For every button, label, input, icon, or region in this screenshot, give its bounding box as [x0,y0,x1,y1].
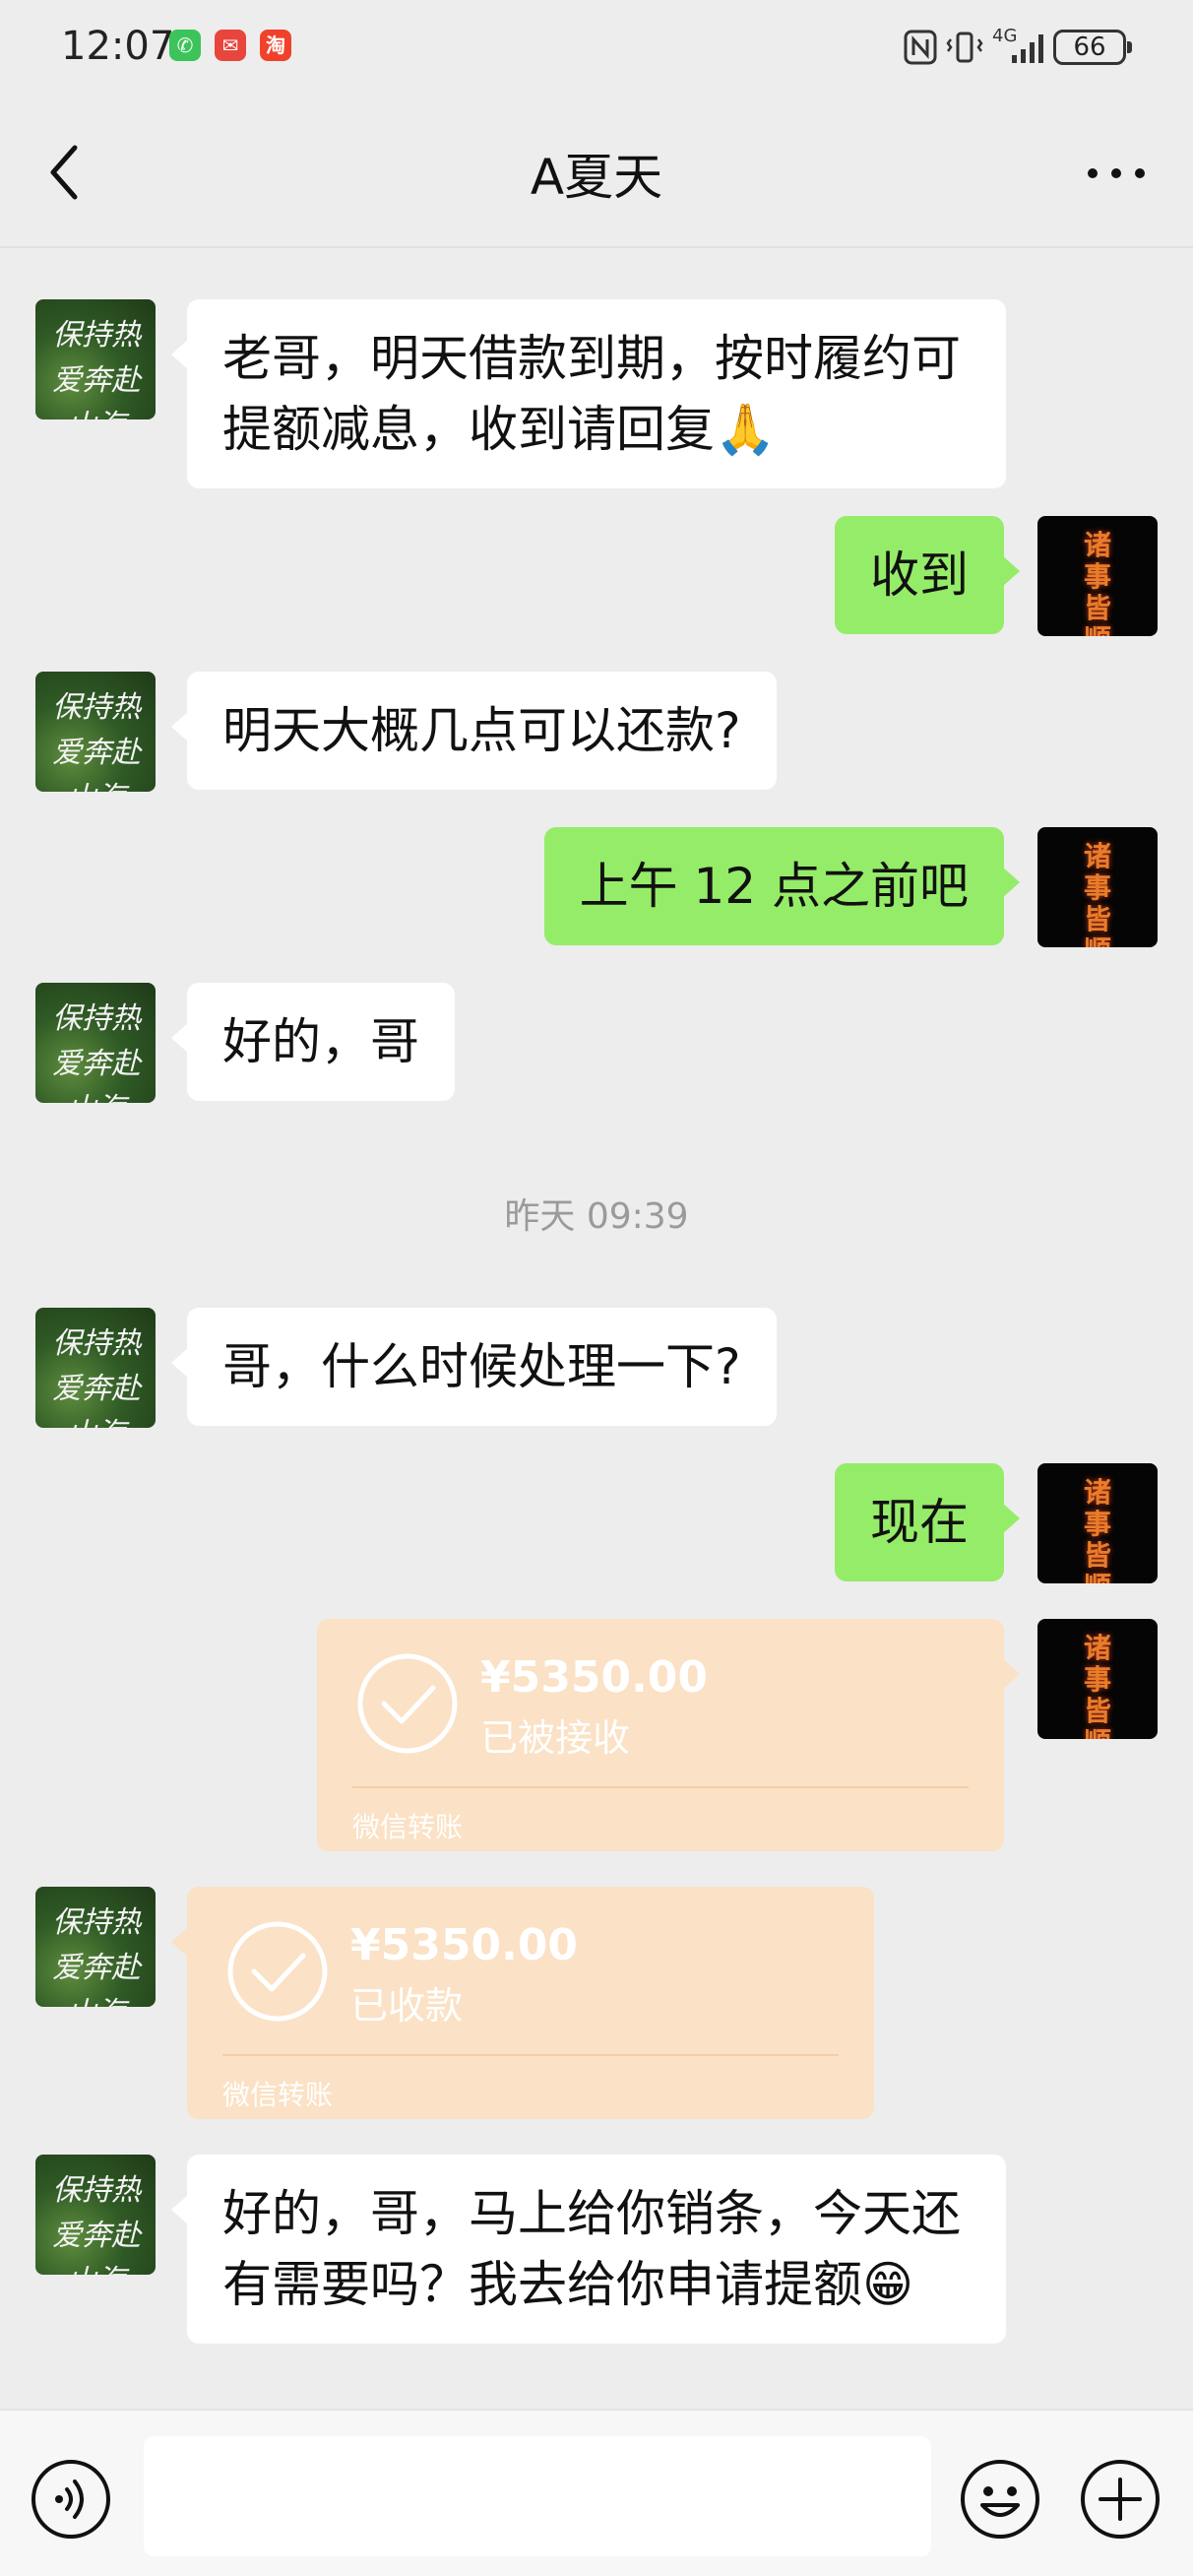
transfer-amount: ¥5350.00 [480,1652,709,1703]
header-divider [0,246,1193,248]
avatar-text: 保持热爱奔赴山海 [52,1001,141,1103]
contact-avatar[interactable]: 保持热爱奔赴山海 [35,1308,156,1428]
transfer-status: 已被接收 [480,1716,631,1760]
message-input[interactable] [144,2436,931,2556]
avatar-text: 诸事皆顺 [1083,529,1111,637]
message-text: 好的，哥，马上给你销条，今天还有需要吗？我去给你申请提额😁 [222,2185,961,2313]
transfer-divider [352,1786,969,1788]
contact-avatar[interactable]: 保持热爱奔赴山海 [35,299,156,419]
status-bar: 12:07 ✆ ✉ 淘 4G 66 [0,0,1193,95]
taobao-app-icon: 淘 [260,30,291,61]
self-avatar[interactable]: 诸事皆顺 [1037,1463,1158,1583]
message-bubble-contact[interactable]: 老哥，明天借款到期，按时履约可提额减息，收到请回复🙏 [171,299,1006,488]
nfc-icon [904,30,937,65]
avatar-text: 保持热爱奔赴山海 [52,318,141,419]
avatar-text: 保持热爱奔赴山海 [52,1326,141,1428]
message-bubble-self[interactable]: 上午 12 点之前吧 [543,827,1021,945]
transfer-card-sent[interactable]: ¥5350.00 已被接收 微信转账 [317,1619,1020,1851]
contact-avatar[interactable]: 保持热爱奔赴山海 [35,672,156,792]
message-bubble-contact[interactable]: 好的，哥，马上给你销条，今天还有需要吗？我去给你申请提额😁 [171,2155,1006,2344]
avatar-text: 诸事皆顺 [1083,1476,1111,1584]
status-time: 12:07 [61,24,175,69]
contact-avatar[interactable]: 保持热爱奔赴山海 [35,1887,156,2007]
message-bubble-contact[interactable]: 哥，什么时候处理一下? [171,1308,777,1426]
self-avatar[interactable]: 诸事皆顺 [1037,827,1158,947]
transfer-divider [222,2054,839,2056]
message-text: 明天大概几点可以还款? [222,702,741,759]
transfer-label: 微信转账 [352,1811,464,1843]
voice-icon[interactable] [30,2458,112,2541]
avatar-text: 保持热爱奔赴山海 [52,690,141,792]
input-bar [0,2409,1193,2576]
signal-icon [1012,34,1043,63]
message-bubble-self[interactable]: 收到 [835,516,1020,634]
transfer-status: 已收款 [350,1984,464,2028]
contact-avatar[interactable]: 保持热爱奔赴山海 [35,983,156,1103]
transfer-amount: ¥5350.00 [350,1920,579,1970]
message-text: 上午 12 点之前吧 [579,858,969,915]
avatar-text: 保持热爱奔赴山海 [52,2173,141,2275]
chat-timestamp: 昨天 09:39 [504,1196,689,1237]
message-bubble-contact[interactable]: 好的，哥 [171,983,455,1101]
avatar-text: 诸事皆顺 [1083,1632,1111,1740]
emoji-icon[interactable] [959,2458,1041,2541]
message-text: 好的，哥 [222,1013,419,1070]
battery-indicator: 66 [1053,30,1132,65]
self-avatar[interactable]: 诸事皆顺 [1037,1619,1158,1739]
chat-header: A夏天 [0,95,1193,248]
chat-title: A夏天 [530,149,663,206]
check-circle-icon [357,1653,458,1754]
phone-app-icon: ✆ [169,30,201,61]
check-circle-icon [227,1921,328,2022]
avatar-text: 保持热爱奔赴山海 [52,1905,141,2007]
transfer-card-received[interactable]: ¥5350.00 已收款 微信转账 [171,1887,874,2119]
more-dots-icon[interactable] [1085,165,1148,181]
self-avatar[interactable]: 诸事皆顺 [1037,516,1158,636]
contact-avatar[interactable]: 保持热爱奔赴山海 [35,2155,156,2275]
avatar-text: 诸事皆顺 [1083,840,1111,948]
transfer-label: 微信转账 [222,2079,334,2111]
message-text: 收到 [870,547,969,604]
plus-icon[interactable] [1079,2458,1162,2541]
message-text: 老哥，明天借款到期，按时履约可提额减息，收到请回复🙏 [222,330,961,458]
message-bubble-contact[interactable]: 明天大概几点可以还款? [171,672,777,790]
message-bubble-self[interactable]: 现在 [835,1463,1020,1581]
message-text: 哥，什么时候处理一下? [222,1338,741,1395]
message-text: 现在 [870,1494,969,1551]
mail-app-icon: ✉ [215,30,246,61]
vibrate-icon [946,32,983,63]
